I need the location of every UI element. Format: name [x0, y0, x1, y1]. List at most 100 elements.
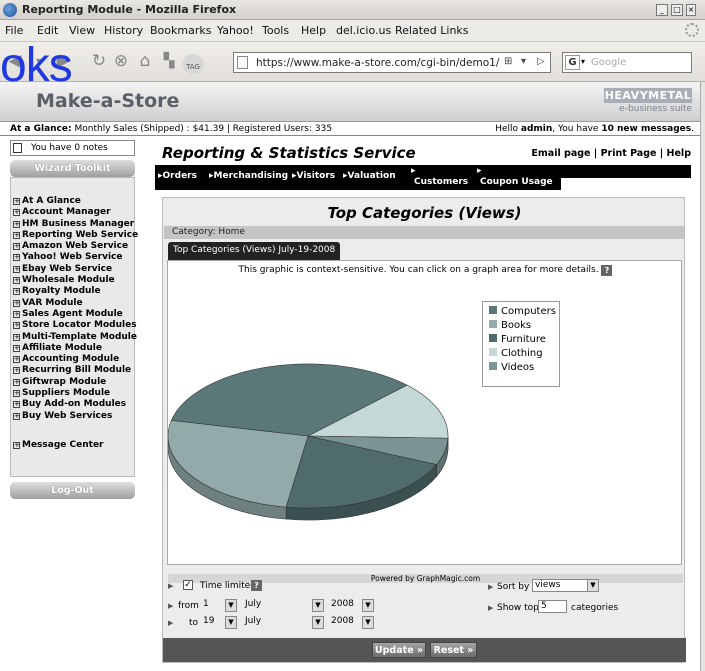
tab-orders[interactable]: ▸ Orders — [158, 171, 197, 181]
time-help-icon[interactable]: ? — [251, 580, 262, 591]
sidebar-item[interactable]: + Yahoo! Web Service — [11, 252, 134, 263]
sidebar-item[interactable]: + Reporting Web Service — [11, 230, 138, 241]
sidebar-item[interactable]: + Suppliers Module — [11, 388, 134, 399]
sidebar-item[interactable]: + Sales Agent Module — [11, 309, 134, 320]
sidebar-item[interactable]: + VAR Module — [11, 298, 134, 309]
expand-icon[interactable]: + — [13, 277, 20, 285]
sidebar-item[interactable]: + Affiliate Module — [11, 343, 134, 354]
notes-box[interactable]: You have 0 notes — [10, 140, 135, 156]
expand-icon[interactable]: + — [13, 209, 20, 217]
from-year-select[interactable]: 2008 — [329, 599, 361, 612]
menu-tools[interactable]: Tools — [262, 24, 289, 37]
pie-chart[interactable] — [168, 261, 683, 566]
sidebar-item-message-center[interactable]: + Message Center — [13, 440, 104, 450]
page-links[interactable]: Email page | Print Page | Help — [531, 148, 691, 159]
from-month-select[interactable]: July — [243, 599, 313, 612]
vertical-scrollbar[interactable] — [700, 82, 705, 671]
tag-icon[interactable]: TAG — [182, 54, 204, 74]
expand-icon[interactable]: + — [13, 390, 20, 398]
reset-button[interactable]: Reset » — [430, 642, 477, 658]
to-month-select[interactable]: July — [243, 616, 313, 629]
sidebar-item[interactable]: + Giftwrap Module — [11, 377, 134, 388]
wizard-toolkit-button[interactable]: Wizard Toolkit — [10, 160, 135, 177]
sidebar-item[interactable]: + Store Locator Modules — [11, 320, 137, 331]
to-year-dropdown-icon[interactable]: ▼ — [362, 616, 374, 629]
sidebar-item[interactable]: + Royalty Module — [11, 286, 134, 297]
sidebar-item[interactable]: + Accounting Module — [11, 354, 134, 365]
sort-by-select[interactable]: views — [532, 579, 588, 592]
legend-item[interactable]: Videos — [489, 362, 534, 373]
to-day-dropdown-icon[interactable]: ▼ — [225, 616, 237, 629]
url-bar[interactable]: https://www.make-a-store.com/cgi-bin/dem… — [233, 52, 551, 73]
go-icon[interactable]: ▷ — [537, 56, 545, 67]
from-day-select[interactable]: 1 — [201, 599, 225, 612]
sidebar-item[interactable]: + Recurring Bill Module — [11, 365, 134, 376]
expand-icon[interactable]: + — [13, 243, 20, 251]
expand-icon[interactable]: + — [13, 254, 20, 262]
from-day-dropdown-icon[interactable]: ▼ — [225, 599, 237, 612]
expand-icon[interactable]: + — [13, 401, 20, 409]
report-tab[interactable]: Top Categories (Views) July-19-2008 — [168, 242, 340, 260]
expand-icon[interactable]: + — [13, 265, 20, 273]
tab-coupon-usage[interactable]: Coupon Usage — [480, 177, 553, 187]
bookmark-icon[interactable]: ▚ — [158, 50, 180, 72]
sidebar-item[interactable]: + Wholesale Module — [11, 275, 134, 286]
search-engine-dropdown-icon[interactable]: ▾ — [581, 57, 585, 66]
time-limited-checkbox[interactable]: ✓ — [183, 580, 193, 590]
menu-file[interactable]: File — [5, 24, 23, 37]
sidebar-item[interactable]: + Buy Web Services — [11, 411, 134, 422]
menu-delicious[interactable]: del.icio.us — [336, 24, 391, 37]
home-icon[interactable]: ⌂ — [134, 50, 156, 72]
legend-item[interactable]: Clothing — [489, 348, 543, 359]
expand-icon[interactable]: + — [13, 333, 20, 341]
to-day-select[interactable]: 19 — [201, 616, 225, 629]
show-top-input[interactable]: 5 — [538, 600, 567, 613]
menu-related-links[interactable]: Related Links — [395, 24, 469, 37]
from-year-dropdown-icon[interactable]: ▼ — [362, 599, 374, 612]
legend-item[interactable]: Books — [489, 320, 531, 331]
tab-customers[interactable]: Customers — [414, 177, 468, 187]
to-year-select[interactable]: 2008 — [329, 616, 361, 629]
close-icon[interactable]: × — [686, 4, 696, 16]
legend-item[interactable]: Furniture — [489, 334, 546, 345]
sort-by-dropdown-icon[interactable]: ▼ — [587, 579, 599, 592]
expand-icon[interactable]: + — [13, 344, 20, 352]
sidebar-item[interactable]: + Account Manager — [11, 207, 134, 218]
tab-valuation[interactable]: ▸ Valuation — [343, 171, 396, 181]
sidebar-item[interactable]: + Buy Add-on Modules — [11, 399, 134, 410]
sidebar-item[interactable]: + Amazon Web Service — [11, 241, 134, 252]
search-box[interactable]: G ▾ Google — [562, 52, 692, 73]
notes-text[interactable]: You have 0 notes — [31, 143, 108, 153]
menu-help[interactable]: Help — [301, 24, 326, 37]
expand-icon[interactable]: + — [13, 198, 20, 205]
expand-icon[interactable]: + — [13, 356, 20, 364]
logout-button[interactable]: Log-Out — [10, 482, 135, 499]
to-month-dropdown-icon[interactable]: ▼ — [312, 616, 324, 629]
from-month-dropdown-icon[interactable]: ▼ — [312, 599, 324, 612]
expand-icon[interactable]: + — [13, 220, 20, 228]
sidebar-item[interactable]: + HM Business Manager — [11, 219, 134, 230]
menu-edit[interactable]: Edit — [37, 24, 58, 37]
menu-history[interactable]: History — [104, 24, 143, 37]
sidebar-item[interactable]: + Ebay Web Service — [11, 264, 134, 275]
url-text[interactable]: https://www.make-a-store.com/cgi-bin/dem… — [256, 57, 499, 69]
category-breadcrumb[interactable]: Category: Home — [164, 226, 684, 239]
sidebar-item[interactable]: + Multi-Template Module — [11, 332, 137, 343]
expand-icon[interactable]: + — [13, 322, 20, 330]
expand-icon[interactable]: + — [13, 299, 20, 307]
expand-icon[interactable]: + — [13, 442, 20, 449]
url-dropdown-icon[interactable]: ▾ — [521, 56, 526, 67]
expand-icon[interactable]: + — [13, 367, 20, 375]
menu-view[interactable]: View — [69, 24, 95, 37]
tab-visitors[interactable]: ▸ Visitors — [292, 171, 335, 181]
messages-link[interactable]: 10 new messages — [601, 124, 691, 134]
menu-bookmarks[interactable]: Bookmarks — [150, 24, 211, 37]
menu-yahoo[interactable]: Yahoo! — [217, 24, 254, 37]
expand-icon[interactable]: + — [13, 412, 20, 420]
minimize-icon[interactable]: _ — [656, 4, 668, 16]
search-engine-icon[interactable]: G — [565, 55, 580, 70]
legend-item[interactable]: Computers — [489, 306, 556, 317]
reload-icon[interactable]: ↻ — [88, 50, 110, 72]
expand-icon[interactable]: + — [13, 310, 20, 318]
stop-icon[interactable]: ⊗ — [110, 50, 132, 72]
